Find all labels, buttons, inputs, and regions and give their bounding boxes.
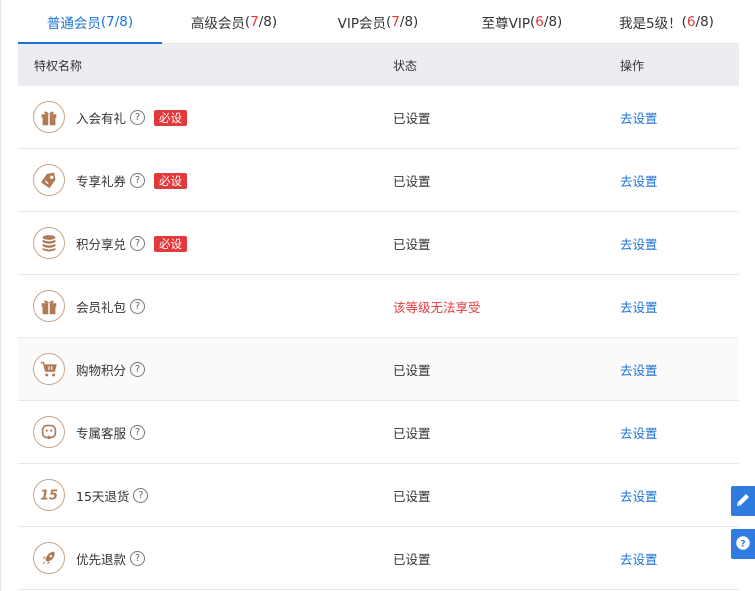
tab-count-total: 8 — [119, 14, 128, 30]
status-text: 已设置 — [393, 552, 431, 567]
tab-supreme-vip[interactable]: 至尊VIP(6/8) — [450, 0, 594, 44]
edit-icon — [734, 491, 752, 512]
table-row: 会员礼包 ? 该等级无法享受 去设置 — [18, 275, 739, 338]
tab-senior-member[interactable]: 高级会员(7/8) — [162, 0, 306, 44]
help-icon: ? — [734, 534, 752, 555]
required-badge: 必设 — [154, 235, 188, 252]
configure-link[interactable]: 去设置 — [620, 275, 658, 338]
tab-count-current: 7 — [106, 14, 115, 30]
help-icon[interactable]: ? — [130, 362, 146, 377]
edit-float-button[interactable] — [731, 486, 755, 516]
status-text: 已设置 — [393, 111, 431, 126]
privilege-name: 积分享兑 — [76, 237, 127, 252]
privilege-panel: 普通会员(7/8) 高级会员(7/8) VIP会员(7/8) 至尊VIP(6/8… — [0, 0, 755, 591]
configure-link[interactable]: 去设置 — [620, 149, 658, 212]
status-text: 已设置 — [393, 426, 431, 441]
required-badge: 必设 — [154, 172, 188, 189]
status-text: 已设置 — [393, 363, 431, 378]
tab-label: 我是5级！ — [619, 16, 682, 32]
privilege-name: 入会有礼 — [76, 111, 127, 126]
tag-icon — [33, 164, 65, 196]
service-icon — [33, 416, 65, 448]
table-row: 购物积分 ? 已设置 去设置 — [18, 338, 739, 401]
help-icon[interactable]: ? — [133, 488, 149, 503]
privilege-table-body: 入会有礼 ? 必设 已设置 去设置 专享礼券 ? 必设 已设置 去设置 积分享兑… — [18, 86, 739, 590]
table-row: 优先退款 ? 已设置 去设置 — [18, 527, 739, 590]
table-row: 15 15天退货 ? 已设置 去设置 — [18, 464, 739, 527]
tab-count-current: 6 — [686, 14, 696, 30]
configure-link[interactable]: 去设置 — [620, 464, 658, 527]
help-icon[interactable]: ? — [130, 425, 146, 440]
tab-count-total: 8 — [548, 14, 558, 30]
rocket-icon — [33, 542, 65, 574]
header-action: 操作 — [620, 58, 645, 73]
help-icon[interactable]: ? — [130, 110, 146, 125]
help-icon[interactable]: ? — [130, 236, 146, 251]
tab-count-total: 8 — [263, 14, 272, 30]
configure-link[interactable]: 去设置 — [620, 86, 658, 149]
help-icon[interactable]: ? — [130, 551, 146, 566]
table-row: 积分享兑 ? 必设 已设置 去设置 — [18, 212, 739, 275]
configure-link[interactable]: 去设置 — [620, 527, 658, 590]
privilege-name: 15天退货 — [76, 489, 130, 504]
status-text: 已设置 — [393, 489, 431, 504]
privilege-name: 会员礼包 — [76, 300, 127, 315]
required-badge: 必设 — [154, 109, 188, 126]
header-status: 状态 — [393, 58, 418, 73]
tab-label: 高级会员 — [190, 16, 245, 32]
tab-count-total: 8 — [404, 14, 414, 30]
coin-stack-icon — [33, 227, 65, 259]
tab-label: 普通会员 — [46, 16, 101, 32]
tab-normal-member[interactable]: 普通会员(7/8) — [18, 0, 162, 45]
header-privilege-name: 特权名称 — [34, 58, 83, 73]
fifteen-days-icon: 15 — [33, 479, 65, 511]
table-row: 专享礼券 ? 必设 已设置 去设置 — [18, 149, 739, 212]
privilege-name: 专属客服 — [76, 426, 127, 441]
privilege-name: 优先退款 — [76, 552, 127, 567]
status-text: 该等级无法享受 — [393, 300, 481, 315]
status-text: 已设置 — [393, 174, 431, 189]
privilege-name: 购物积分 — [76, 363, 127, 378]
status-text: 已设置 — [393, 237, 431, 252]
table-row: 入会有礼 ? 必设 已设置 去设置 — [18, 86, 739, 149]
tab-count-current: 6 — [535, 14, 544, 30]
tab-count-total: 8 — [700, 14, 709, 30]
gift-icon — [33, 101, 65, 133]
tab-count-current: 7 — [250, 14, 259, 30]
privilege-name: 专享礼券 — [76, 174, 127, 189]
help-icon[interactable]: ? — [130, 299, 146, 314]
tab-label: VIP会员 — [337, 16, 387, 32]
svg-text:15: 15 — [40, 489, 58, 504]
tab-count-current: 7 — [391, 14, 400, 30]
gift-icon — [33, 290, 65, 322]
configure-link[interactable]: 去设置 — [620, 401, 658, 464]
tab-label: 至尊VIP — [481, 16, 531, 32]
configure-link[interactable]: 去设置 — [620, 212, 658, 275]
configure-link[interactable]: 去设置 — [620, 338, 658, 401]
table-header: 特权名称 状态 操作 — [18, 44, 739, 86]
tab-level-5[interactable]: 我是5级！(6/8) — [594, 0, 739, 44]
svg-text:?: ? — [740, 539, 745, 549]
table-row: 专属客服 ? 已设置 去设置 — [18, 401, 739, 464]
cart-icon — [33, 353, 65, 385]
help-float-button[interactable]: ? — [731, 529, 755, 559]
tab-vip-member[interactable]: VIP会员(7/8) — [306, 0, 450, 44]
member-level-tabs: 普通会员(7/8) 高级会员(7/8) VIP会员(7/8) 至尊VIP(6/8… — [18, 0, 739, 45]
help-icon[interactable]: ? — [130, 173, 146, 188]
